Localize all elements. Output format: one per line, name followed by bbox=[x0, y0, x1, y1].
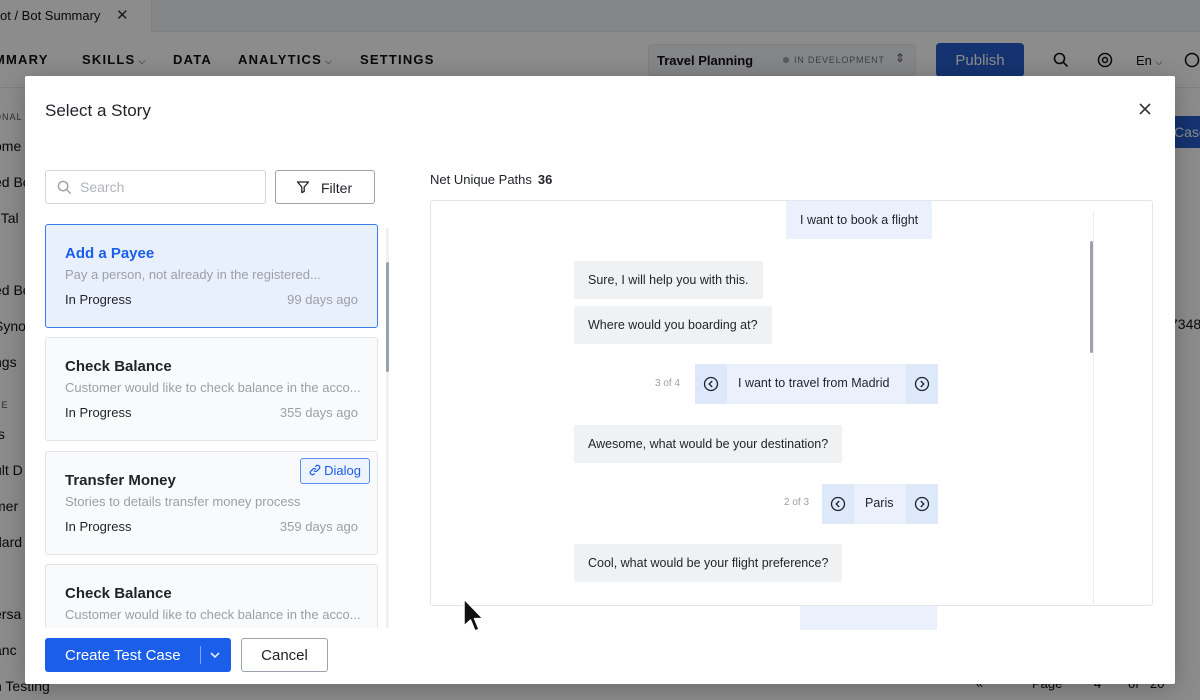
close-icon[interactable] bbox=[1135, 100, 1155, 120]
filter-label: Filter bbox=[321, 180, 353, 196]
user-message-variants: Paris bbox=[822, 484, 938, 524]
story-description: Customer would like to check balance in … bbox=[65, 380, 361, 395]
link-icon bbox=[309, 463, 325, 478]
variant-counter: 2 of 3 bbox=[784, 497, 810, 508]
chevron-left-icon bbox=[703, 376, 719, 392]
chevron-right-icon bbox=[914, 496, 930, 512]
search-field[interactable] bbox=[45, 170, 266, 204]
story-card[interactable]: Check Balance Customer would like to che… bbox=[45, 564, 378, 628]
story-time: 359 days ago bbox=[279, 519, 358, 534]
story-time: 355 days ago bbox=[279, 405, 358, 420]
cancel-button[interactable]: Cancel bbox=[241, 638, 328, 672]
user-message: Paris bbox=[865, 496, 894, 510]
bot-message: Cool, what would be your flight preferen… bbox=[574, 544, 843, 582]
filter-icon bbox=[296, 180, 310, 197]
create-test-case-label: Create Test Case bbox=[65, 647, 181, 664]
bot-message: Awesome, what would be your destination? bbox=[574, 425, 843, 463]
story-status: In Progress bbox=[65, 519, 132, 534]
user-message: I want to travel from Madrid bbox=[738, 376, 890, 390]
bot-message: Sure, I will help you with this. bbox=[574, 261, 763, 299]
dialog-badge-label: Dialog bbox=[324, 463, 361, 478]
next-variant-button[interactable] bbox=[906, 364, 938, 404]
chevron-down-icon[interactable] bbox=[207, 648, 223, 664]
net-unique-paths: Net Unique Paths 36 bbox=[430, 172, 552, 187]
story-title: Add a Payee bbox=[65, 245, 155, 262]
bot-message: Where would you boarding at? bbox=[574, 306, 772, 344]
story-title: Transfer Money bbox=[65, 472, 176, 489]
filter-button[interactable]: Filter bbox=[275, 170, 375, 204]
mouse-cursor-icon bbox=[462, 598, 486, 639]
previous-variant-button[interactable] bbox=[822, 484, 854, 524]
story-title: Check Balance bbox=[65, 585, 172, 602]
user-message: I want to book a flight bbox=[786, 201, 933, 239]
search-input[interactable] bbox=[80, 177, 260, 197]
story-status: In Progress bbox=[65, 292, 132, 307]
create-test-case-button[interactable]: Create Test Case bbox=[45, 638, 231, 672]
story-description: Stories to details transfer money proces… bbox=[65, 494, 301, 509]
story-list-scrollbar-thumb[interactable] bbox=[386, 262, 389, 372]
select-story-modal: Select a Story Filter Add a Payee Pay a … bbox=[25, 76, 1175, 684]
divider bbox=[1093, 211, 1094, 605]
story-card[interactable]: Check Balance Customer would like to che… bbox=[45, 337, 378, 441]
user-message-variants: I want to travel from Madrid bbox=[695, 364, 938, 404]
search-icon bbox=[57, 180, 72, 200]
story-card[interactable]: Add a Payee Pay a person, not already in… bbox=[45, 224, 378, 328]
next-message-fragment bbox=[800, 606, 937, 630]
net-unique-paths-value: 36 bbox=[537, 172, 553, 187]
chevron-right-icon bbox=[914, 376, 930, 392]
net-unique-paths-label: Net Unique Paths bbox=[430, 172, 532, 187]
story-time: 99 days ago bbox=[287, 292, 358, 307]
story-description: Pay a person, not already in the registe… bbox=[65, 267, 321, 282]
chevron-left-icon bbox=[830, 496, 846, 512]
story-title: Check Balance bbox=[65, 358, 172, 375]
story-description: Customer would like to check balance in … bbox=[65, 607, 361, 622]
story-list: Add a Payee Pay a person, not already in… bbox=[45, 224, 379, 628]
story-status: In Progress bbox=[65, 405, 132, 420]
variant-counter: 3 of 4 bbox=[655, 378, 681, 389]
next-variant-button[interactable] bbox=[906, 484, 938, 524]
conversation-preview: I want to book a flight Sure, I will hel… bbox=[430, 200, 1153, 606]
previous-variant-button[interactable] bbox=[695, 364, 727, 404]
modal-title: Select a Story bbox=[45, 101, 151, 120]
button-divider bbox=[200, 646, 201, 664]
dialog-badge[interactable]: Dialog bbox=[299, 458, 370, 484]
conversation-scrollbar[interactable] bbox=[1090, 241, 1093, 353]
story-card[interactable]: Transfer Money Dialog Stories to details… bbox=[45, 451, 378, 555]
